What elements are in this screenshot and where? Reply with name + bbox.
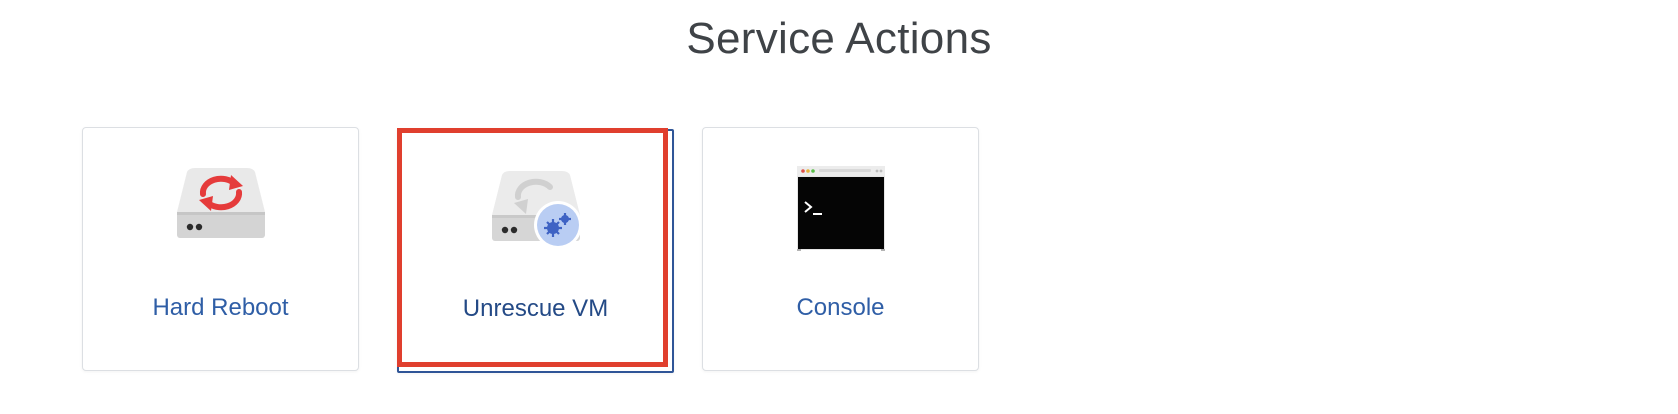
unrescue-vm-label[interactable]: Unrescue VM <box>399 295 672 323</box>
service-actions-page: Service Actions Hard Reboot Unrescue VM … <box>0 0 1678 414</box>
hard-reboot-icon <box>176 168 265 238</box>
console-card[interactable]: Console <box>702 127 979 371</box>
page-title: Service Actions <box>686 14 992 63</box>
unrescue-vm-card[interactable]: Unrescue VM <box>397 129 674 373</box>
hard-reboot-label[interactable]: Hard Reboot <box>83 294 358 322</box>
hard-reboot-card[interactable]: Hard Reboot <box>82 127 359 371</box>
unrescue-vm-icon <box>491 171 582 249</box>
console-label[interactable]: Console <box>703 294 978 322</box>
console-terminal-icon <box>796 166 885 251</box>
